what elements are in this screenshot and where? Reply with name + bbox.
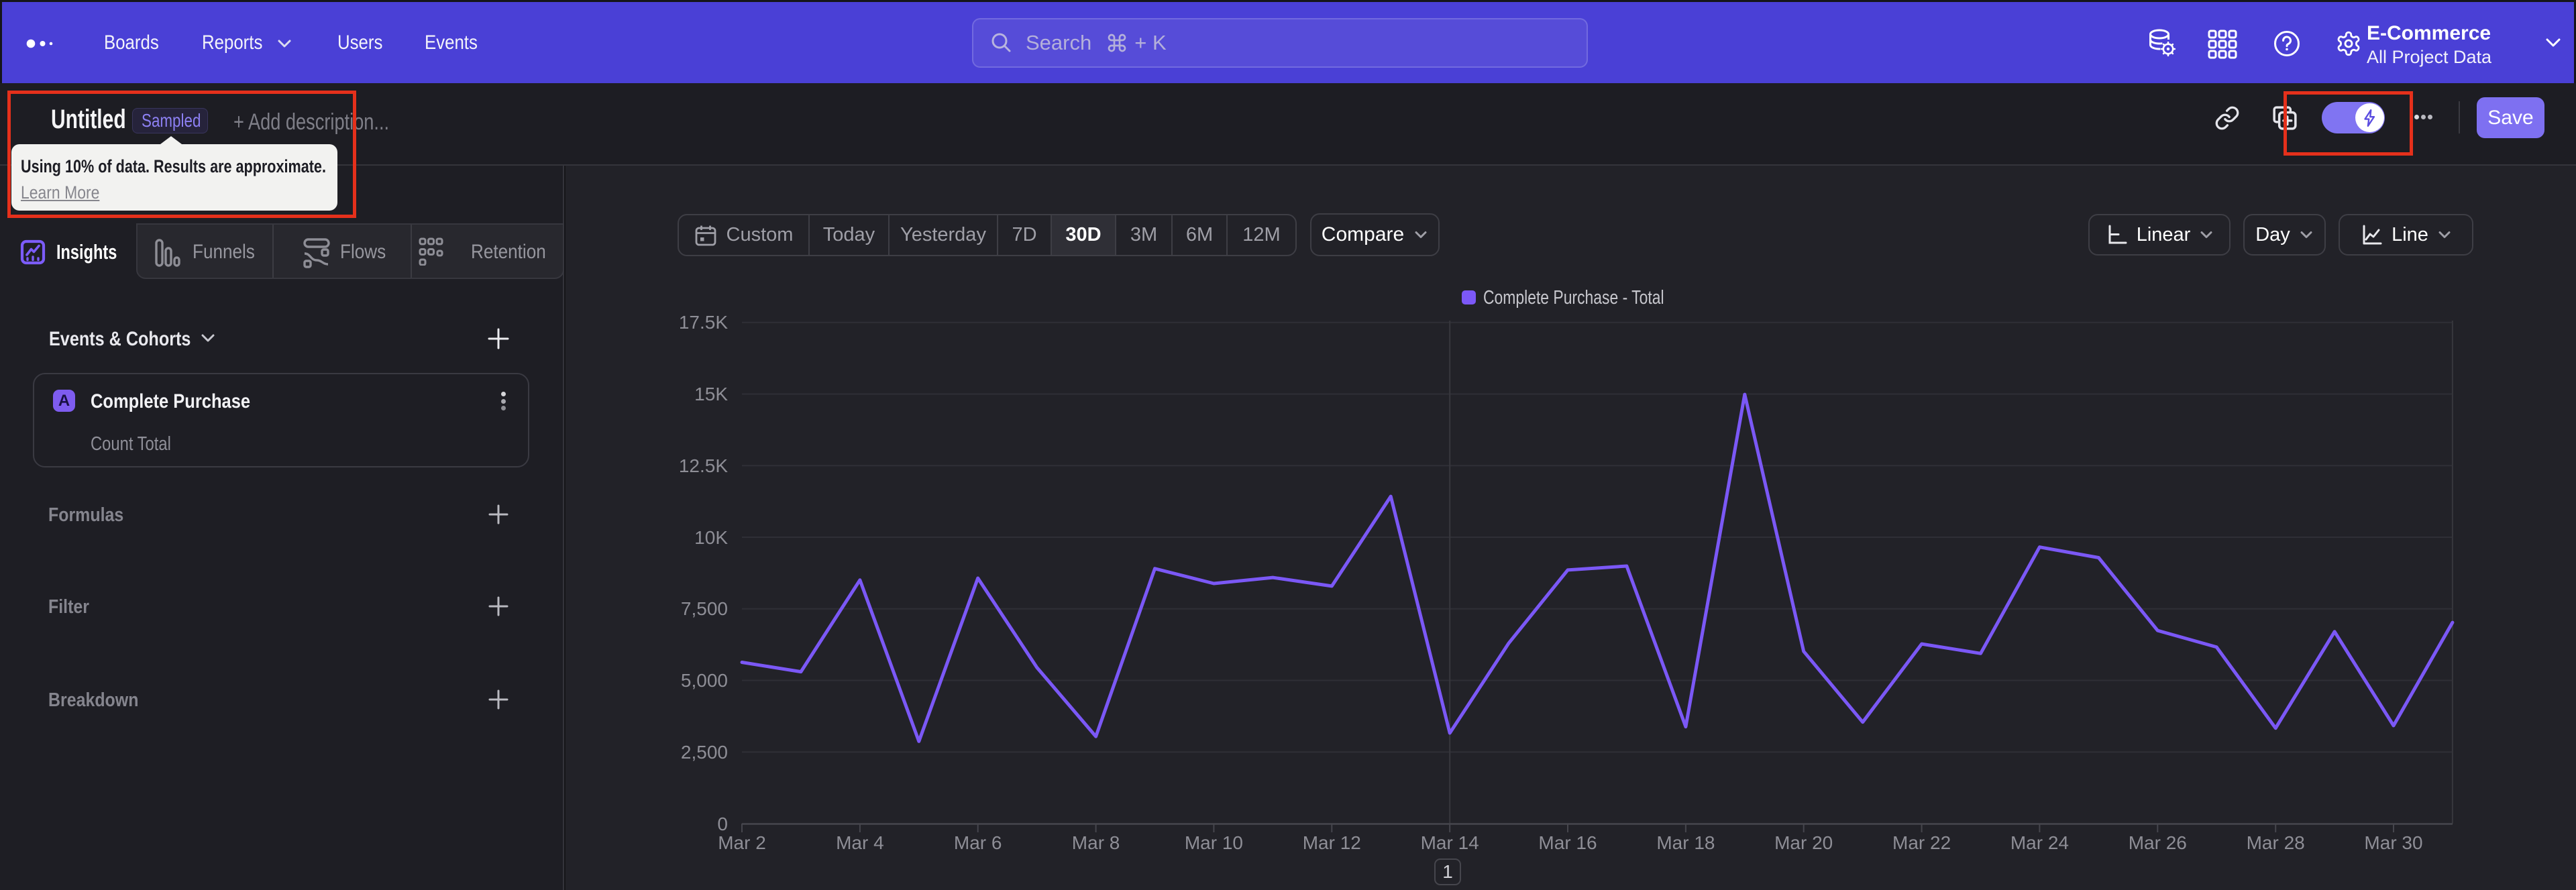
- svg-text:2,500: 2,500: [681, 742, 728, 763]
- svg-text:10K: 10K: [694, 527, 728, 548]
- svg-text:Mar 10: Mar 10: [1185, 832, 1243, 853]
- svg-text:5,000: 5,000: [681, 670, 728, 691]
- svg-text:7,500: 7,500: [681, 598, 728, 619]
- svg-text:Mar 24: Mar 24: [2010, 832, 2069, 853]
- svg-text:Mar 28: Mar 28: [2247, 832, 2305, 853]
- svg-text:Mar 8: Mar 8: [1072, 832, 1120, 853]
- svg-text:Mar 18: Mar 18: [1656, 832, 1715, 853]
- svg-text:Mar 26: Mar 26: [2129, 832, 2187, 853]
- svg-text:Mar 22: Mar 22: [1892, 832, 1951, 853]
- svg-text:Mar 20: Mar 20: [1774, 832, 1833, 853]
- svg-text:Mar 16: Mar 16: [1538, 832, 1597, 853]
- svg-text:Mar 30: Mar 30: [2364, 832, 2422, 853]
- svg-text:15K: 15K: [694, 384, 728, 404]
- svg-text:0: 0: [717, 814, 728, 834]
- svg-text:Mar 6: Mar 6: [954, 832, 1002, 853]
- svg-text:Mar 4: Mar 4: [836, 832, 884, 853]
- svg-text:Mar 14: Mar 14: [1421, 832, 1479, 853]
- svg-text:17.5K: 17.5K: [679, 312, 728, 333]
- svg-text:Mar 12: Mar 12: [1303, 832, 1361, 853]
- svg-text:12.5K: 12.5K: [679, 455, 728, 476]
- svg-text:Mar 2: Mar 2: [718, 832, 766, 853]
